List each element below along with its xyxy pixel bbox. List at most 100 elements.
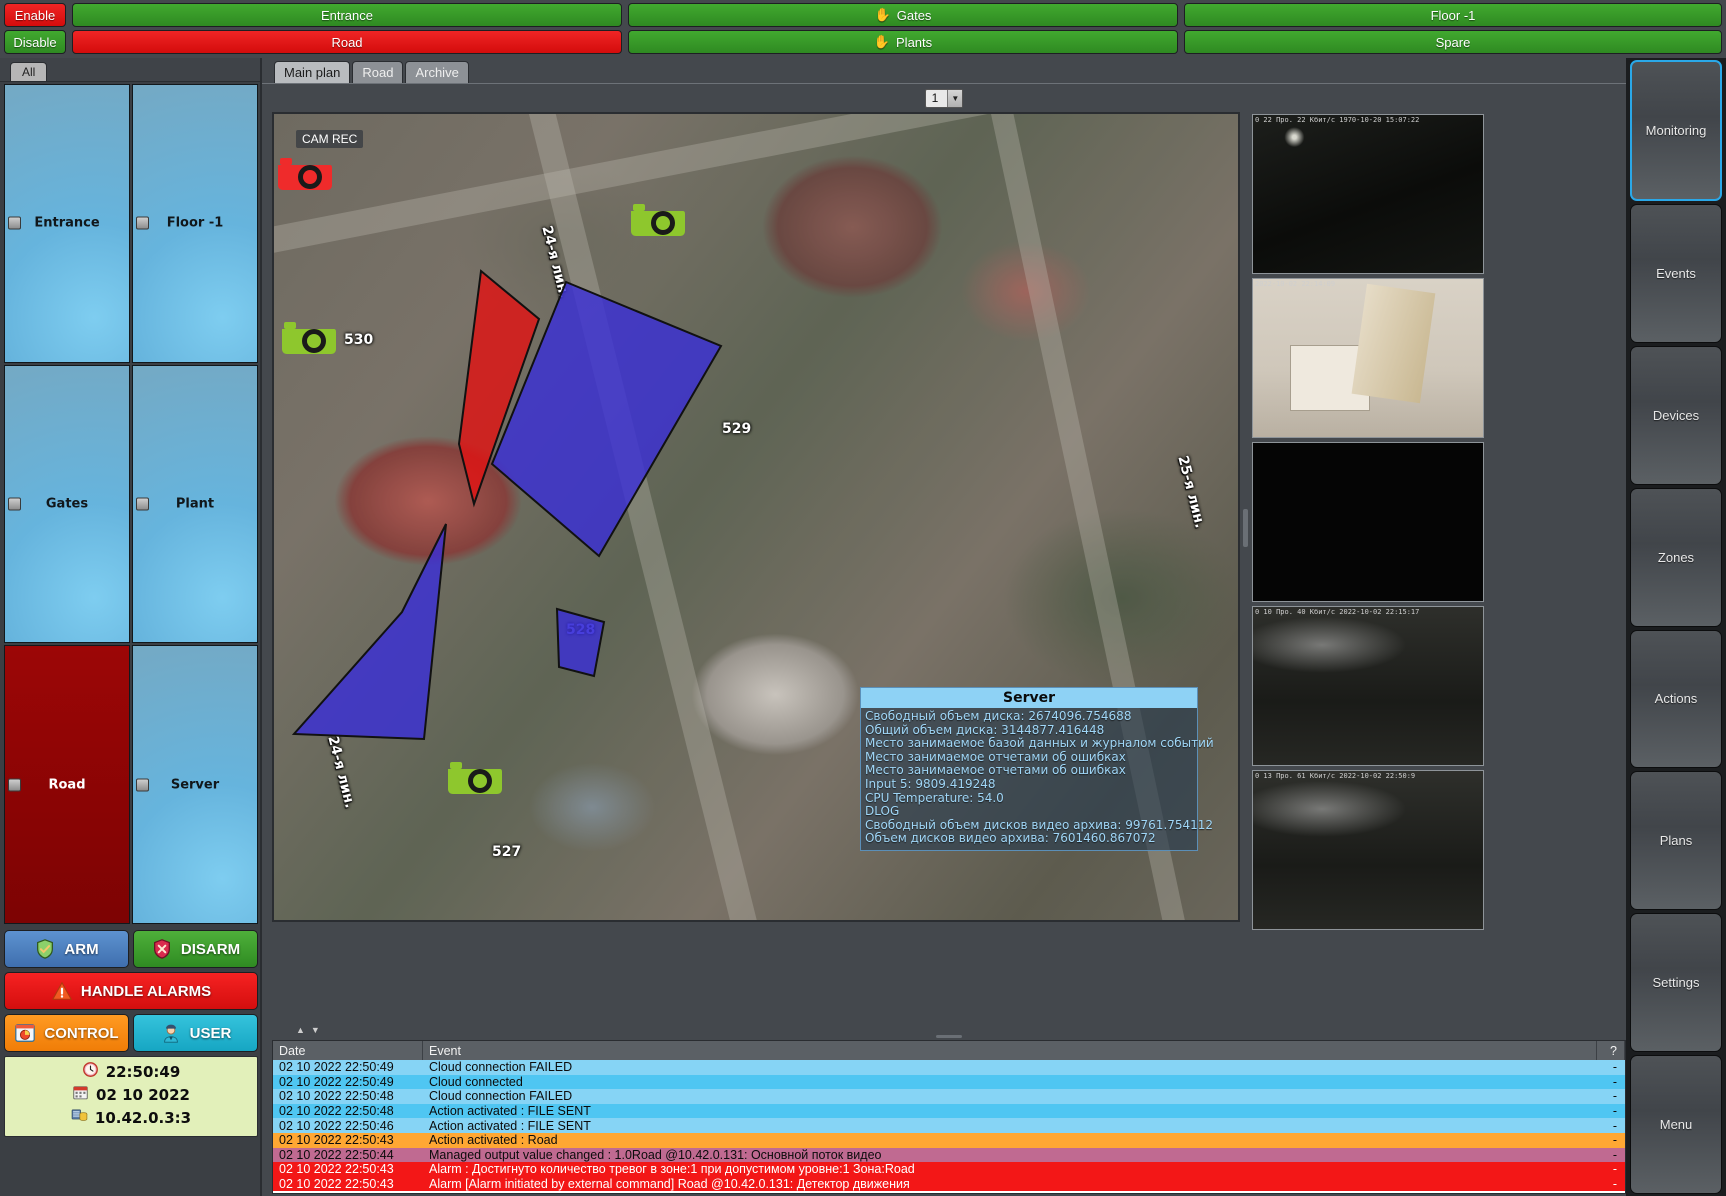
- disarm-button[interactable]: DISARM: [133, 930, 258, 968]
- column-header-event[interactable]: Event: [423, 1041, 1597, 1060]
- log-cell-question: -: [1597, 1162, 1625, 1177]
- right-menu: Monitoring Events Devices Zones Actions …: [1626, 58, 1726, 1196]
- tab-road[interactable]: Road: [352, 61, 403, 83]
- event-log-table[interactable]: Date Event ? 02 10 2022 22:50:49Cloud co…: [272, 1040, 1626, 1194]
- enable-button[interactable]: Enable: [4, 3, 66, 27]
- log-resize-handle[interactable]: ▲ ▼: [272, 1020, 1626, 1040]
- toolbar-zone-road-label: Road: [331, 35, 362, 50]
- camera-icon-green-530[interactable]: [280, 314, 338, 358]
- table-row[interactable]: 02 10 2022 22:50:49Cloud connected-: [273, 1075, 1625, 1090]
- plan-toolbar: 1 ▼: [262, 84, 1626, 112]
- toolbar-zone-floor-1-label: Floor -1: [1431, 8, 1476, 23]
- toolbar-zone-spare-label: Spare: [1436, 35, 1471, 50]
- menu-item-actions[interactable]: Actions: [1630, 630, 1722, 769]
- status-time-line: 22:50:49: [5, 1061, 257, 1084]
- zone-label-plant: Plant: [133, 496, 257, 511]
- site-map[interactable]: 24-я лин. 25-я лин. 24-я лин. 529 528 52…: [272, 112, 1240, 922]
- sort-asc-icon[interactable]: ▲: [296, 1025, 305, 1035]
- log-cell-event: Managed output value changed : 1.0Road @…: [423, 1148, 1597, 1163]
- toolbar-zone-floor-1[interactable]: Floor -1: [1184, 3, 1722, 27]
- toolbar-zone-gates[interactable]: ✋ Gates: [628, 3, 1178, 27]
- camera-tile[interactable]: [1252, 442, 1484, 602]
- toolbar-zone-spare[interactable]: Spare: [1184, 30, 1722, 54]
- table-row[interactable]: 02 10 2022 22:50:43Action activated : Ro…: [273, 1133, 1625, 1148]
- camera-icon-green-bottom[interactable]: [446, 754, 504, 798]
- hand-icon: ✋: [874, 34, 890, 50]
- table-row[interactable]: 02 10 2022 22:50:48Cloud connection FAIL…: [273, 1089, 1625, 1104]
- server-tooltip-line: Свободный объем диска: 2674096.754688: [865, 710, 1193, 724]
- menu-item-monitoring[interactable]: Monitoring: [1630, 60, 1722, 201]
- zone-polygon-gates: [294, 524, 446, 739]
- zone-grid: Entrance Floor -1 Gates Plant Road Serve…: [4, 84, 258, 924]
- table-row[interactable]: 02 10 2022 22:50:49Cloud connection FAIL…: [273, 1060, 1625, 1075]
- column-header-question[interactable]: ?: [1597, 1041, 1625, 1060]
- menu-item-devices[interactable]: Devices: [1630, 346, 1722, 485]
- server-tooltip-body: Свободный объем диска: 2674096.754688 Об…: [861, 708, 1197, 850]
- column-header-date[interactable]: Date: [273, 1041, 423, 1060]
- camera-icon-green-top[interactable]: [629, 196, 687, 240]
- tab-all[interactable]: All: [10, 62, 47, 81]
- camera-osd: 2022-10-02 22:14:09: [1255, 280, 1481, 288]
- zone-cell-gates[interactable]: Gates: [4, 365, 130, 644]
- camera-osd: 0 22 Про. 22 Кбит/с 1970-10-20 15:07:22: [1255, 116, 1481, 124]
- sort-desc-icon[interactable]: ▼: [311, 1025, 320, 1035]
- log-cell-question: -: [1597, 1060, 1625, 1075]
- shield-x-icon: [151, 938, 173, 960]
- splitter-grip[interactable]: [1243, 509, 1248, 547]
- calendar-icon: [72, 1084, 89, 1107]
- tab-main-plan[interactable]: Main plan: [274, 61, 350, 83]
- status-address-line: 10.42.0.3:3: [5, 1107, 257, 1130]
- map-area: 24-я лин. 25-я лин. 24-я лин. 529 528 52…: [272, 112, 1626, 976]
- menu-item-events[interactable]: Events: [1630, 204, 1722, 343]
- toolbar-zone-entrance[interactable]: Entrance: [72, 3, 622, 27]
- camera-tile[interactable]: 0 10 Про. 40 Кбит/с 2022-10-02 22:15:17: [1252, 606, 1484, 766]
- menu-item-menu[interactable]: Menu: [1630, 1055, 1722, 1194]
- table-row[interactable]: 02 10 2022 22:50:44Managed output value …: [273, 1148, 1625, 1163]
- zone-cell-road[interactable]: Road: [4, 645, 130, 924]
- menu-item-plans[interactable]: Plans: [1630, 771, 1722, 910]
- camera-tile[interactable]: 0 13 Про. 61 Кбит/с 2022-10-02 22:50:9: [1252, 770, 1484, 930]
- log-drag-bar[interactable]: [936, 1035, 962, 1038]
- camera-tile[interactable]: 0 22 Про. 22 Кбит/с 1970-10-20 15:07:22: [1252, 114, 1484, 274]
- control-button[interactable]: CONTROL: [4, 1014, 129, 1052]
- toolbar-zone-plants[interactable]: ✋ Plants: [628, 30, 1178, 54]
- log-cell-question: -: [1597, 1104, 1625, 1119]
- zone-cell-floor-1[interactable]: Floor -1: [132, 84, 258, 363]
- tab-archive[interactable]: Archive: [405, 61, 468, 83]
- table-row[interactable]: 02 10 2022 22:50:48Action activated : FI…: [273, 1104, 1625, 1119]
- table-row[interactable]: 02 10 2022 22:50:46Action activated : FI…: [273, 1118, 1625, 1133]
- toolbar-zone-road[interactable]: Road: [72, 30, 622, 54]
- zone-label-gates: Gates: [5, 496, 129, 511]
- log-cell-date: 02 10 2022 22:50:48: [273, 1089, 423, 1104]
- handle-alarms-button[interactable]: HANDLE ALARMS: [4, 972, 258, 1010]
- user-button[interactable]: USER: [133, 1014, 258, 1052]
- server-tooltip-line: Место занимаемое отчетами об ошибках: [865, 764, 1193, 778]
- menu-item-zones[interactable]: Zones: [1630, 488, 1722, 627]
- camera-osd: 0 10 Про. 40 Кбит/с 2022-10-02 22:15:17: [1255, 608, 1481, 616]
- log-cell-question: -: [1597, 1118, 1625, 1133]
- camera-icon-rec[interactable]: [276, 150, 334, 194]
- arm-button[interactable]: ARM: [4, 930, 129, 968]
- table-row[interactable]: 02 10 2022 22:50:43Alarm : Достигнуто ко…: [273, 1162, 1625, 1177]
- zone-cell-entrance[interactable]: Entrance: [4, 84, 130, 363]
- zone-cell-plant[interactable]: Plant: [132, 365, 258, 644]
- toolbar-row-enable: Enable Entrance ✋ Gates Floor -1: [4, 3, 1722, 27]
- server-tooltip-line: Место занимаемое базой данных и журналом…: [865, 737, 1193, 751]
- clock-icon: [82, 1061, 99, 1084]
- status-time: 22:50:49: [106, 1062, 181, 1083]
- log-cell-event: Cloud connected: [423, 1075, 1597, 1090]
- camera-splitter[interactable]: [1240, 112, 1252, 976]
- zone-label-entrance: Entrance: [5, 216, 129, 231]
- disable-button[interactable]: Disable: [4, 30, 66, 54]
- zone-label-road: Road: [5, 777, 129, 792]
- table-row[interactable]: 02 10 2022 22:50:43Alarm [Alarm initiate…: [273, 1177, 1625, 1192]
- handle-alarms-row: HANDLE ALARMS: [4, 972, 258, 1010]
- server-tooltip-line: Input 5: 9809.419248: [865, 778, 1193, 792]
- page-selector[interactable]: 1 ▼: [925, 89, 964, 108]
- chevron-down-icon[interactable]: ▼: [947, 90, 962, 107]
- camera-tile[interactable]: 2022-10-02 22:14:09: [1252, 278, 1484, 438]
- camera-column: 0 22 Про. 22 Кбит/с 1970-10-20 15:07:22 …: [1252, 112, 1484, 976]
- menu-item-settings[interactable]: Settings: [1630, 913, 1722, 1052]
- zone-cell-server[interactable]: Server: [132, 645, 258, 924]
- log-cell-date: 02 10 2022 22:50:48: [273, 1104, 423, 1119]
